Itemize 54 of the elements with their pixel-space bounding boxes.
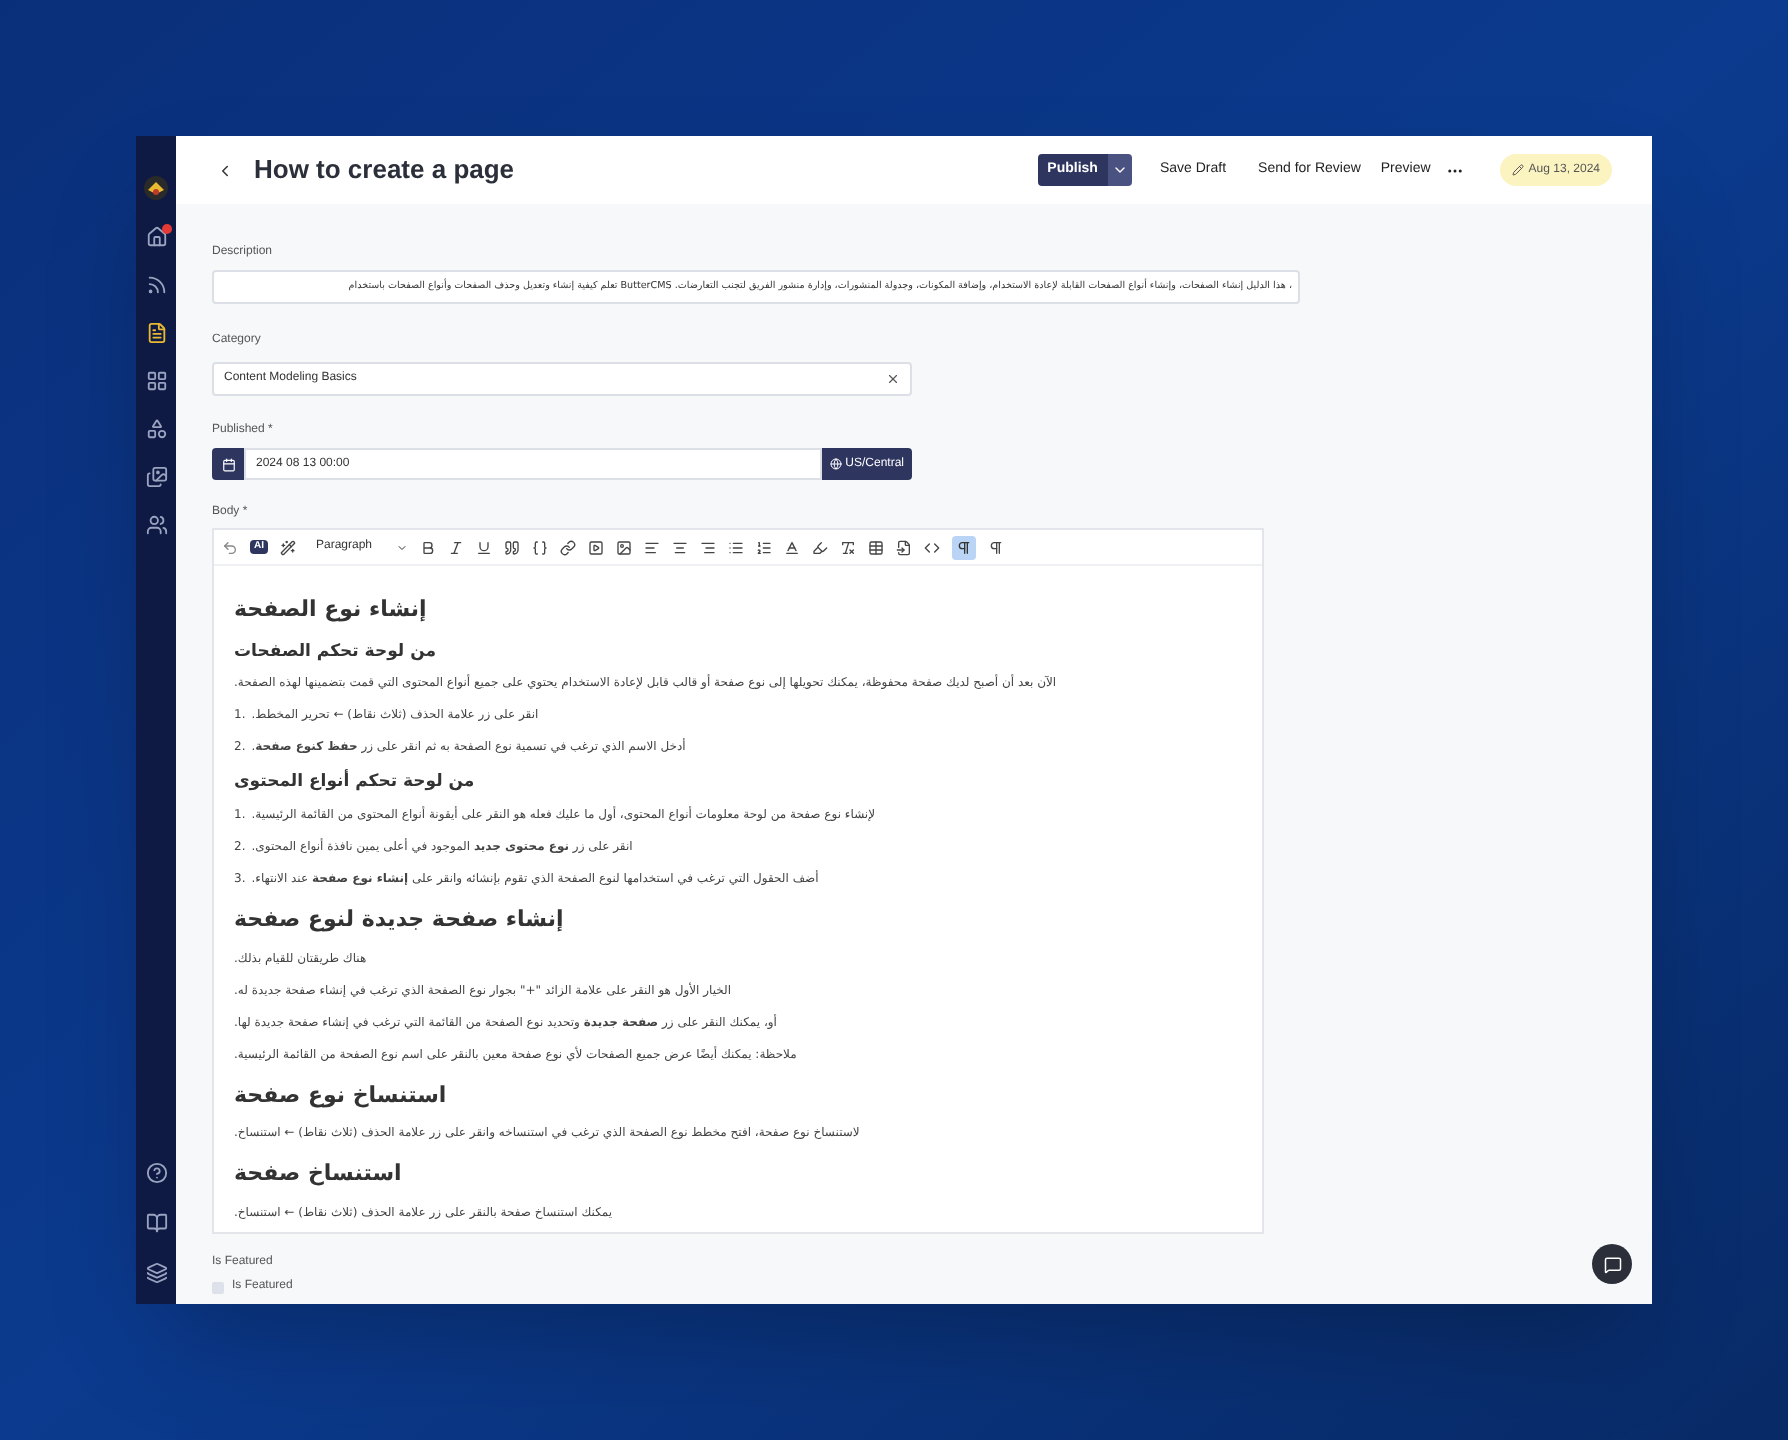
body-heading: إنشاء صفحة جديدة لنوع صفحة bbox=[234, 904, 566, 936]
calendar-icon bbox=[221, 457, 235, 471]
body-subheading: من لوحة تحكم الصفحات bbox=[234, 639, 438, 665]
link-icon[interactable] bbox=[560, 539, 577, 555]
globe-icon bbox=[829, 458, 842, 470]
publish-menu-button[interactable] bbox=[1107, 154, 1132, 186]
body-heading: استنساخ نوع صفحة bbox=[234, 1079, 449, 1112]
chat-button[interactable] bbox=[1592, 1244, 1632, 1284]
help-icon[interactable] bbox=[145, 1162, 167, 1184]
feed-icon[interactable] bbox=[145, 274, 167, 296]
images-icon[interactable] bbox=[145, 466, 167, 488]
body-heading: إنشاء نوع الصفحة bbox=[234, 594, 429, 626]
align-right-icon[interactable] bbox=[700, 539, 717, 555]
body-subheading: من لوحة تحكم أنواع المحتوى bbox=[234, 770, 477, 796]
page-title: How to create a page bbox=[254, 152, 515, 189]
align-center-icon[interactable] bbox=[672, 539, 689, 555]
clear-format-icon[interactable] bbox=[840, 539, 857, 555]
braces-icon[interactable] bbox=[532, 539, 549, 555]
image-icon[interactable] bbox=[616, 539, 633, 555]
text-color-icon[interactable] bbox=[784, 539, 801, 555]
shapes-icon[interactable] bbox=[145, 418, 167, 440]
home-icon[interactable] bbox=[145, 226, 167, 248]
italic-icon[interactable] bbox=[448, 539, 465, 555]
document-icon[interactable] bbox=[896, 539, 913, 555]
wand-icon[interactable] bbox=[280, 539, 296, 555]
video-icon[interactable] bbox=[588, 539, 605, 555]
code-icon[interactable] bbox=[924, 539, 941, 555]
undo-icon[interactable] bbox=[222, 539, 238, 555]
chevron-icon bbox=[396, 541, 409, 553]
bold-icon[interactable] bbox=[420, 539, 437, 555]
pencil-icon bbox=[1512, 164, 1525, 176]
table-icon[interactable] bbox=[868, 539, 885, 555]
logo-icon[interactable] bbox=[144, 176, 168, 200]
quote-icon[interactable] bbox=[504, 539, 521, 555]
clear-icon[interactable] bbox=[886, 372, 900, 386]
back-icon[interactable] bbox=[216, 161, 234, 179]
body-heading: استنساخ صفحة bbox=[234, 1158, 404, 1190]
text-direction-button[interactable] bbox=[952, 535, 977, 559]
numbered-list-icon[interactable] bbox=[756, 539, 773, 555]
users-icon[interactable] bbox=[145, 514, 167, 536]
highlighter-icon[interactable] bbox=[812, 539, 829, 555]
pilcrow-icon[interactable] bbox=[988, 539, 1005, 555]
book-icon[interactable] bbox=[145, 1212, 167, 1234]
align-left-icon[interactable] bbox=[644, 539, 661, 555]
chat-icon bbox=[1603, 1255, 1621, 1273]
underline-icon[interactable] bbox=[476, 539, 493, 555]
caret-icon bbox=[1111, 162, 1128, 178]
calendar-button[interactable] bbox=[212, 448, 244, 480]
bullet-list-icon[interactable] bbox=[728, 539, 745, 555]
checkbox[interactable] bbox=[212, 1281, 224, 1293]
pilcrow-icon bbox=[956, 539, 973, 555]
grid-icon[interactable] bbox=[145, 370, 167, 392]
layers-icon[interactable] bbox=[145, 1262, 167, 1284]
page-icon[interactable] bbox=[145, 322, 167, 344]
